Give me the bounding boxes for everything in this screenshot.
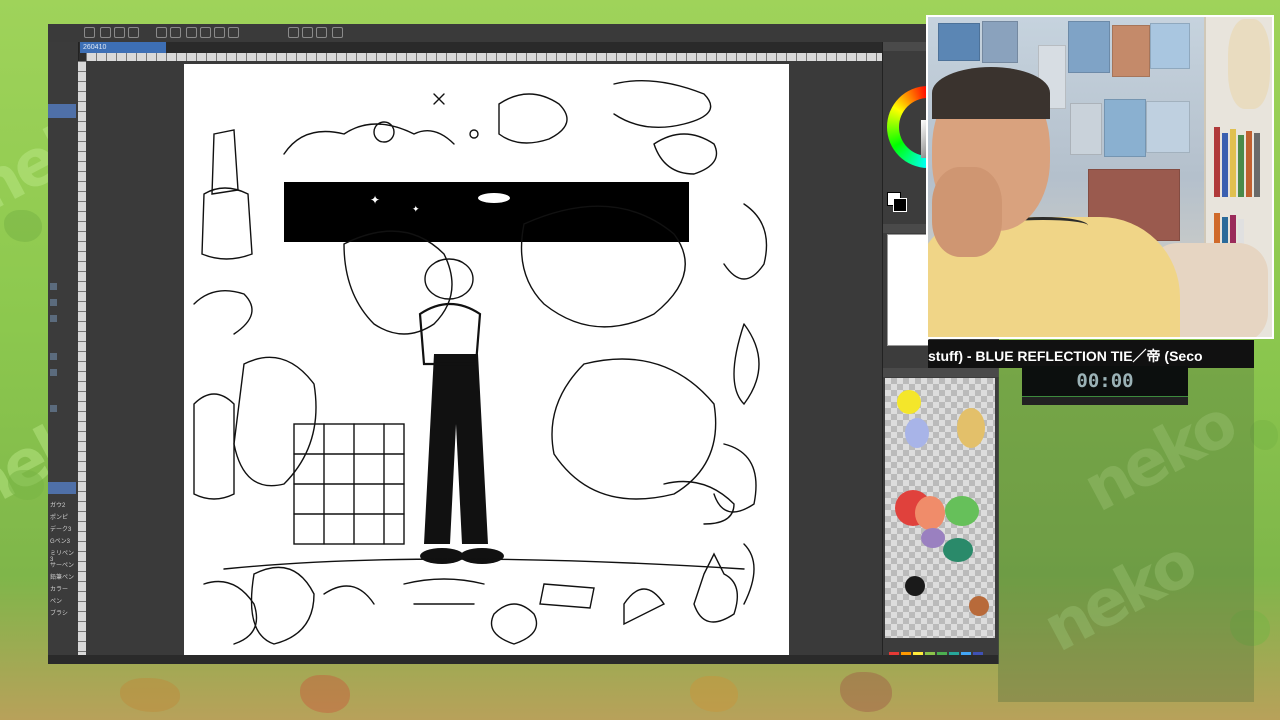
undo-icon[interactable] [156, 27, 167, 38]
new-file-icon[interactable] [100, 27, 111, 38]
drawing-canvas[interactable]: ✦ ✦ [184, 64, 789, 660]
tool-setting-row[interactable] [50, 404, 76, 413]
mixed-color-blob[interactable] [905, 576, 925, 596]
mixed-color-blob[interactable] [921, 528, 945, 548]
subtool-item[interactable]: ブラシ [50, 608, 76, 617]
tool-panel: ガウ2 ポンピ デーク3 Gペン3 ミリペン3 サーペン 鉛筆ペン カラー ペン… [48, 42, 79, 664]
wall-poster [1146, 101, 1190, 153]
plush-toy [1228, 19, 1270, 109]
tool-setting-row[interactable] [50, 352, 76, 361]
redo-icon[interactable] [170, 27, 181, 38]
mixed-color-blob[interactable] [915, 496, 945, 530]
brush-tool-icon[interactable] [316, 27, 327, 38]
subtool-item[interactable]: カラー [50, 584, 76, 593]
stream-timer: 00:00 [1022, 366, 1188, 396]
wall-poster [982, 21, 1018, 63]
subtool-item[interactable]: ガウ2 [50, 500, 76, 509]
mixed-color-blob[interactable] [945, 496, 979, 526]
overlay-panel [998, 368, 1254, 702]
mixed-color-blob[interactable] [897, 390, 921, 414]
now-playing-ticker: stuff) - BLUE REFLECTION TIE／帝 (Seco [928, 340, 1254, 368]
transform-icon[interactable] [228, 27, 239, 38]
svg-text:✦: ✦ [412, 204, 420, 214]
subtool-item[interactable]: サーペン [50, 560, 76, 569]
background-creature-icon [690, 676, 738, 712]
ruler-icon[interactable] [302, 27, 313, 38]
app-toolbar [48, 24, 998, 43]
timer-readout: 00:00 [1076, 370, 1134, 392]
menu-icon[interactable] [84, 27, 95, 38]
document-tab[interactable]: 260410 [80, 42, 166, 53]
webcam-feed [926, 15, 1274, 339]
background-creature-icon [8, 470, 44, 500]
active-subtool-highlight[interactable] [48, 482, 76, 494]
mixed-color-blob[interactable] [969, 596, 989, 616]
mixed-color-blob[interactable] [905, 418, 929, 448]
drawing-app-window: 260410 ガウ2 ポンピ デーク3 Gペン3 ミリペン3 サーペン 鉛筆ペン… [48, 24, 999, 664]
wall-poster [1068, 21, 1110, 73]
canvas-area[interactable]: ✦ ✦ [86, 61, 916, 660]
wall-poster [1112, 25, 1150, 77]
sketch-artwork: ✦ ✦ [193, 80, 768, 645]
vertical-ruler [78, 61, 86, 657]
open-file-icon[interactable] [114, 27, 125, 38]
background-creature-icon [1250, 420, 1278, 450]
tool-setting-row[interactable] [50, 298, 76, 307]
timer-progress-bar [1022, 396, 1188, 405]
now-playing-text: stuff) - BLUE REFLECTION TIE／帝 (Seco [928, 348, 1203, 364]
document-tabs: 260410 [78, 42, 918, 53]
crop-icon[interactable] [214, 27, 225, 38]
fill-icon[interactable] [200, 27, 211, 38]
wall-poster [1070, 103, 1102, 155]
color-mixing-palette[interactable] [885, 378, 995, 638]
settings-icon[interactable] [186, 27, 197, 38]
background-creature-icon [120, 678, 180, 712]
background-creature-icon [4, 210, 42, 242]
active-tool-highlight[interactable] [48, 104, 76, 118]
person-hair [932, 67, 1050, 119]
background-color-swatch[interactable] [893, 198, 907, 212]
status-bar [48, 655, 998, 664]
color-mixing-header[interactable] [883, 368, 999, 377]
wall-poster [1104, 99, 1146, 157]
mixed-color-blob[interactable] [943, 538, 973, 562]
wall-poster [1150, 23, 1190, 69]
background-creature-icon [840, 672, 892, 712]
pen-tool-icon[interactable] [288, 27, 299, 38]
save-icon[interactable] [128, 27, 139, 38]
navigator-thumbnail[interactable] [887, 234, 929, 346]
horizontal-ruler [86, 53, 916, 61]
background-creature-icon [300, 675, 350, 713]
subtool-item[interactable]: 鉛筆ペン [50, 572, 76, 581]
wall-poster [938, 23, 980, 61]
tool-setting-row[interactable] [50, 368, 76, 377]
subtool-item[interactable]: Gペン3 [50, 536, 76, 545]
svg-text:✦: ✦ [370, 193, 380, 207]
tool-setting-row[interactable] [50, 282, 76, 291]
person-hand [932, 167, 1002, 257]
mixed-color-blob[interactable] [957, 408, 985, 448]
tool-setting-row[interactable] [50, 314, 76, 323]
eraser-icon[interactable] [332, 27, 343, 38]
subtool-item[interactable]: ミリペン3 [50, 548, 76, 563]
subtool-item[interactable]: ペン [50, 596, 76, 605]
subtool-item[interactable]: デーク3 [50, 524, 76, 533]
subtool-item[interactable]: ポンピ [50, 512, 76, 521]
